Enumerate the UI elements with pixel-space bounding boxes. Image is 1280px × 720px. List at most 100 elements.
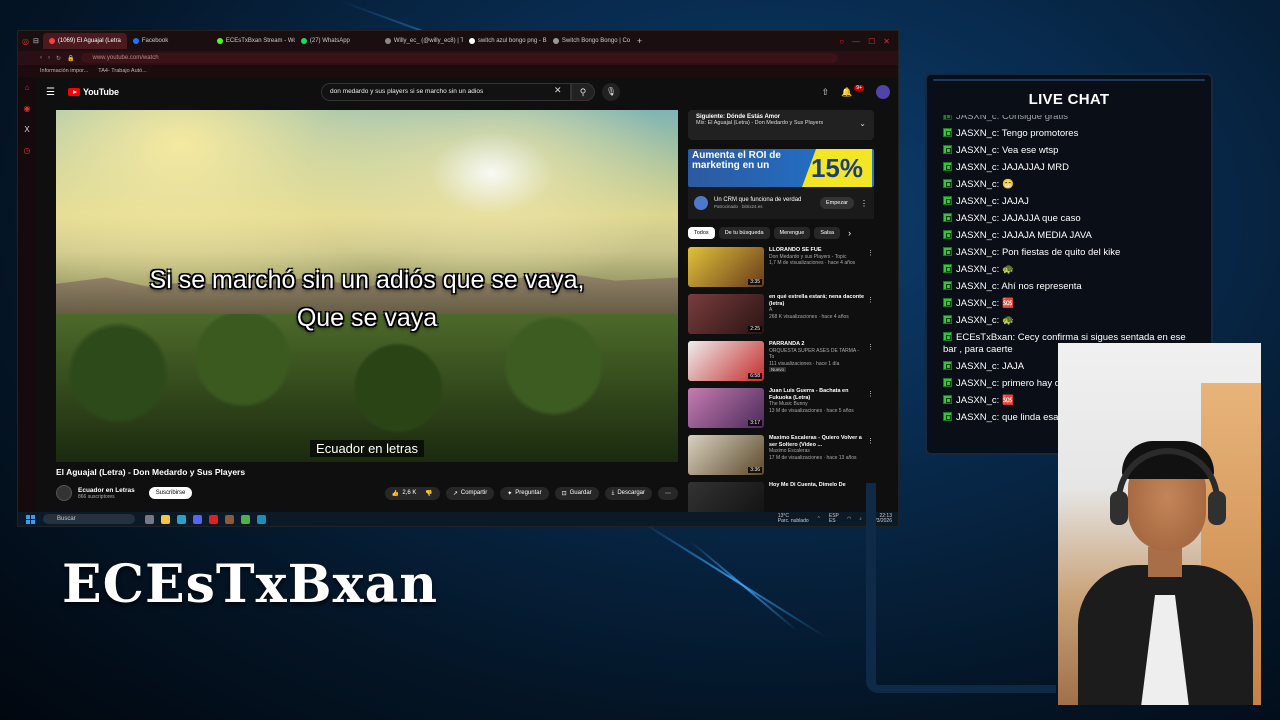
video-thumbnail[interactable]: 3:17	[688, 388, 764, 428]
chevron-right-icon[interactable]: ›	[848, 228, 851, 238]
microphone-icon[interactable]: 🎙	[602, 83, 620, 101]
browser-tab[interactable]: switch azul bongo png - B	[463, 33, 547, 49]
tab-label: (1069) El Aguajal (Letra	[57, 38, 121, 44]
more-icon[interactable]: ⋮	[867, 343, 874, 351]
video-title[interactable]: Maximo Escaleras - Quiero Volver a ser S…	[769, 435, 865, 448]
thumbs-down-icon[interactable]: 👎	[425, 490, 432, 497]
ad-title[interactable]: Un CRM que funciona de verdad	[714, 197, 801, 203]
browser-menu-icon[interactable]: ◎	[22, 37, 29, 46]
video-channel[interactable]: ORQUESTA SUPER ASES DE TARMA - To	[769, 348, 865, 361]
close-icon[interactable]: ✕	[883, 37, 890, 46]
video-title[interactable]: Hoy Me Di Cuenta, Dimelo De	[769, 482, 865, 489]
maximize-icon[interactable]: ☐	[868, 37, 875, 46]
more-icon[interactable]: ⋮	[867, 296, 874, 304]
subscribe-button[interactable]: Suscribirse	[148, 487, 193, 499]
bookmark-2[interactable]: TA4- Trabajo Autó...	[98, 68, 147, 74]
download-button[interactable]: ⤓ Descargar	[604, 486, 652, 500]
reload-icon[interactable]: ↻	[56, 55, 61, 62]
chat-text: Ahí nos representa	[1001, 281, 1082, 292]
upload-icon[interactable]: ⇧	[822, 87, 830, 98]
chevron-down-icon[interactable]: ⌄	[859, 119, 866, 128]
minimize-icon[interactable]: —	[852, 37, 860, 46]
chat-text: 🆘	[1001, 298, 1014, 309]
volume-icon[interactable]: ♪	[859, 516, 862, 522]
ad-banner[interactable]: Aumenta el ROI de marketing en un 15%	[688, 149, 874, 187]
search-tabs-icon[interactable]: ○	[839, 37, 844, 46]
browser-tab[interactable]: ECEsTxBxan Stream - Wo	[211, 33, 295, 49]
more-icon[interactable]: ⋮	[860, 199, 868, 208]
plus-icon[interactable]: +	[637, 36, 642, 46]
list-item[interactable]: 6:58 PARRANDA 2 ORQUESTA SUPER ASES DE TAR…	[688, 341, 874, 385]
list-item[interactable]: 3:17 Juan Luis Guerra - Bachata en Fukuok…	[688, 388, 874, 432]
channel-avatar[interactable]	[56, 485, 72, 501]
bookmark-icon: ⊡	[561, 490, 567, 497]
chevron-up-icon[interactable]: ⌃	[817, 516, 821, 522]
next-up-card[interactable]: Siguiente: Dónde Estás Amor Mix: El Agua…	[688, 110, 874, 140]
ask-button[interactable]: ✦ Preguntar	[500, 486, 549, 500]
browser-tab[interactable]: (1069) El Aguajal (Letra	[42, 33, 127, 49]
back-icon[interactable]: ‹	[40, 55, 42, 61]
save-button[interactable]: ⊡ Guardar	[554, 486, 599, 500]
tab-overview-icon[interactable]: ⊟	[33, 37, 39, 45]
like-button[interactable]: 👍 2,6 K 👎	[384, 486, 440, 500]
edge-icon[interactable]	[177, 514, 186, 524]
avatar[interactable]	[876, 85, 890, 99]
windows-start-icon[interactable]	[26, 514, 35, 524]
lang-indicator[interactable]: ESP ES	[829, 513, 839, 525]
taskbar-search[interactable]: Buscar	[43, 514, 135, 524]
more-icon[interactable]: ⋮	[867, 437, 874, 445]
clear-search-icon[interactable]: ✕	[554, 85, 562, 96]
list-item[interactable]: 3:36 Maximo Escaleras - Quiero Volver a s…	[688, 435, 874, 479]
clock-icon[interactable]: ◷	[24, 146, 31, 155]
browser-tab[interactable]: Willy_ec_ (@willy_ec8) | T	[379, 33, 463, 49]
browser-tab[interactable]: Switch Bongo Bongo | Co	[547, 33, 631, 49]
video-title[interactable]: en qué estrella estará; nena daconte (le…	[769, 294, 865, 307]
tab-favicon-icon	[384, 38, 391, 44]
browser-tab[interactable]: (27) WhatsApp	[295, 33, 379, 49]
kick-badge-icon	[943, 411, 952, 421]
chrome-icon[interactable]	[241, 514, 250, 524]
filter-chip[interactable]: Todos	[688, 227, 715, 239]
more-icon[interactable]: ⋮	[867, 249, 874, 257]
share-button[interactable]: ↗ Compartir	[445, 486, 495, 500]
ask-label: Preguntar	[515, 490, 542, 496]
bookmark-1[interactable]: Información impor...	[40, 68, 88, 74]
more-actions-button[interactable]: ⋯	[658, 486, 678, 500]
video-player[interactable]: Si se marchó sin un adiós que se vaya, Q…	[56, 110, 678, 462]
search-input[interactable]: don medardo y sus players si se marcho s…	[321, 83, 571, 101]
home-icon[interactable]: ⌂	[25, 83, 30, 92]
wifi-icon[interactable]: ◠	[847, 516, 851, 522]
opera-icon[interactable]	[209, 514, 218, 524]
hamburger-icon[interactable]: ☰	[46, 87, 62, 98]
steam-icon[interactable]	[257, 514, 266, 524]
forward-icon[interactable]: ›	[48, 55, 50, 61]
filter-chip[interactable]: Merengue	[773, 227, 811, 239]
browser-tab[interactable]: Facebook	[127, 33, 211, 49]
chat-message: JASXN_c: JAJAJJA que caso	[943, 213, 1199, 225]
chat-text: Pon fiestas de quito del kike	[1001, 247, 1121, 258]
app-icon[interactable]	[225, 514, 234, 524]
video-thumbnail[interactable]: 3:36	[688, 435, 764, 475]
messenger-icon[interactable]: ◉	[24, 104, 31, 113]
bell-icon[interactable]: 🔔	[841, 87, 852, 98]
search-button[interactable]: ⚲	[571, 83, 595, 101]
task-view-icon[interactable]	[145, 514, 154, 524]
video-thumbnail[interactable]: 6:58	[688, 341, 764, 381]
weather-widget[interactable]: 13°C Parc. nublado	[778, 513, 809, 525]
channel-name[interactable]: Ecuador en Letras	[78, 487, 135, 494]
video-thumbnail[interactable]: 2:25	[688, 294, 764, 334]
file-explorer-icon[interactable]	[161, 514, 170, 524]
x-icon[interactable]: X	[24, 125, 29, 134]
filter-chip[interactable]: Salsa	[814, 227, 841, 239]
list-item[interactable]: 3:35 LLORANDO SE FUE Don Medardo y sus Pla…	[688, 247, 874, 291]
list-item[interactable]: 2:25 en qué estrella estará; nena daconte…	[688, 294, 874, 338]
address-input[interactable]: www.youtube.com/watch	[80, 53, 838, 63]
more-icon[interactable]: ⋮	[867, 390, 874, 398]
youtube-logo[interactable]: YouTube	[68, 87, 119, 97]
filter-chip[interactable]: De tu búsqueda	[718, 227, 770, 239]
ad-cta-button[interactable]: Empezar	[819, 197, 854, 209]
video-title[interactable]: Juan Luis Guerra - Bachata en Fukuoka (L…	[769, 388, 865, 401]
more-icon: ⋯	[665, 490, 671, 497]
discord-icon[interactable]	[193, 514, 202, 524]
video-thumbnail[interactable]: 3:35	[688, 247, 764, 287]
